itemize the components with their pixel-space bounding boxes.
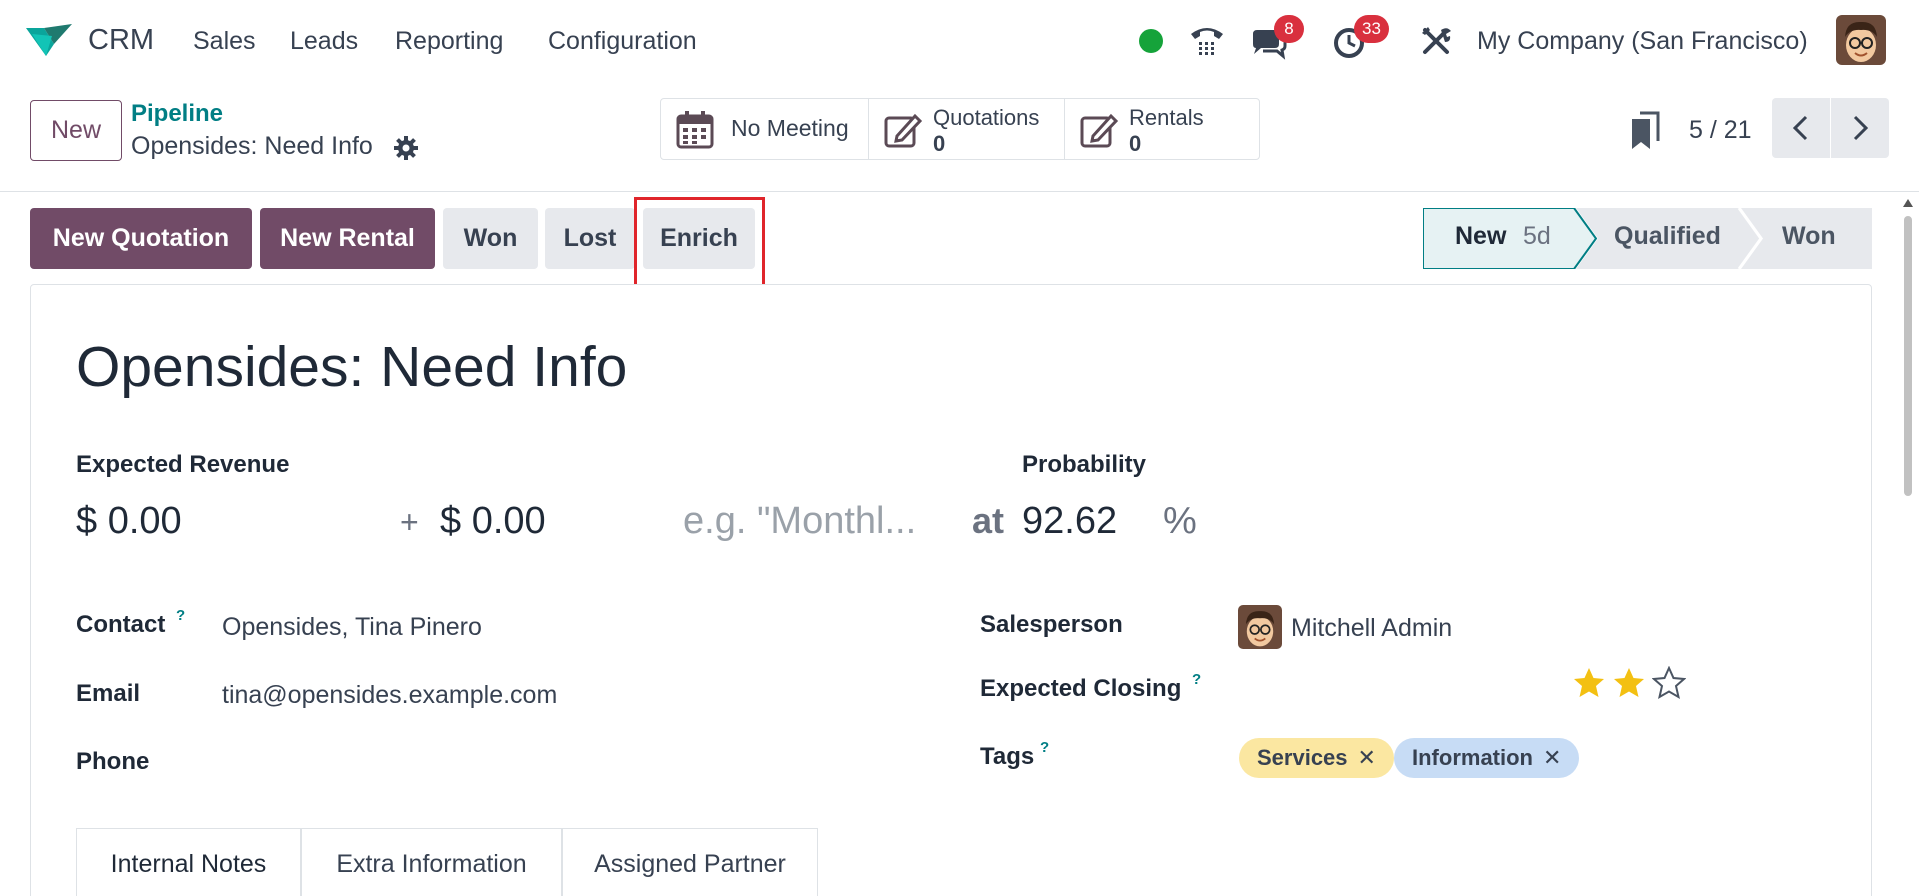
app-name[interactable]: CRM (88, 24, 154, 57)
probability-field[interactable]: 92.62 (1022, 500, 1117, 543)
page-scrollbar[interactable] (1902, 196, 1914, 496)
contact-field[interactable]: Opensides, Tina Pinero (222, 613, 482, 642)
opportunity-title[interactable]: Opensides: Need Info (76, 334, 627, 400)
activities-count-badge: 33 (1354, 15, 1389, 43)
mark-lost-button[interactable]: Lost (545, 208, 635, 269)
priority-stars[interactable] (1572, 666, 1692, 700)
menu-configuration[interactable]: Configuration (548, 27, 697, 56)
contact-help-icon[interactable]: ? (176, 607, 185, 624)
quotations-smart-button[interactable]: Quotations 0 (868, 98, 1065, 160)
quotations-count: 0 (933, 131, 946, 156)
expected-revenue-field[interactable]: $ 0.00 (76, 500, 182, 543)
enrich-highlight-box (634, 197, 765, 292)
edit-document-icon (1080, 113, 1119, 148)
recurring-plan-field[interactable]: e.g. "Monthl... (683, 500, 916, 543)
stage-duration: 5d (1523, 222, 1551, 250)
rentals-smart-button[interactable]: Rentals 0 (1064, 98, 1260, 160)
menu-reporting[interactable]: Reporting (395, 27, 503, 56)
remove-tag-icon[interactable]: ✕ (1543, 745, 1561, 770)
crm-logo-icon[interactable] (24, 22, 74, 58)
tag-services[interactable]: Services ✕ (1239, 738, 1394, 778)
gear-icon[interactable] (393, 135, 419, 161)
salesperson-avatar (1238, 605, 1282, 649)
tag-information[interactable]: Information ✕ (1394, 738, 1580, 778)
tag-services-label: Services (1257, 745, 1348, 770)
top-navbar: CRM Sales Leads Reporting Configuration … (0, 0, 1919, 82)
stage-new[interactable] (1423, 208, 1598, 269)
chevron-right-icon (1853, 115, 1869, 141)
control-panel: New Pipeline Opensides: Need Info No Mee… (0, 82, 1919, 192)
quotations-label: Quotations (933, 105, 1040, 130)
tab-internal-notes[interactable]: Internal Notes (76, 828, 301, 896)
new-record-button[interactable]: New (30, 100, 122, 161)
new-rental-button[interactable]: New Rental (260, 208, 435, 269)
tab-assigned-partner[interactable]: Assigned Partner (562, 828, 818, 896)
email-field[interactable]: tina@opensides.example.com (222, 681, 557, 710)
priority-star-icon[interactable] (1652, 666, 1686, 700)
breadcrumb-current: Opensides: Need Info (131, 132, 373, 160)
tags-help-icon[interactable]: ? (1040, 739, 1049, 756)
expected-closing-help-icon[interactable]: ? (1192, 671, 1201, 688)
percent-sign: % (1163, 500, 1197, 542)
meeting-smart-button[interactable]: No Meeting (660, 98, 869, 160)
probability-label: Probability (1022, 451, 1147, 478)
rentals-count: 0 (1129, 131, 1142, 156)
rentals-label: Rentals (1129, 105, 1204, 130)
tags-label: Tags (980, 743, 1035, 770)
messages-count-badge: 8 (1274, 15, 1304, 43)
recurring-revenue-field[interactable]: $ 0.00 (440, 500, 546, 543)
remove-tag-icon[interactable]: ✕ (1358, 745, 1376, 770)
tag-information-label: Information (1412, 745, 1533, 770)
meeting-label: No Meeting (731, 115, 849, 141)
mark-won-button[interactable]: Won (443, 208, 538, 269)
stage-won-label: Won (1782, 222, 1836, 250)
plus-sign: + (400, 504, 419, 540)
stage-qualified-label: Qualified (1614, 222, 1721, 250)
debug-tools-icon[interactable] (1417, 22, 1455, 60)
company-switcher[interactable]: My Company (San Francisco) (1477, 27, 1808, 56)
salesperson-label: Salesperson (980, 611, 1123, 638)
edit-document-icon (884, 113, 923, 148)
priority-star-icon[interactable] (1612, 666, 1646, 700)
calendar-icon (676, 111, 714, 149)
phone-label: Phone (76, 748, 150, 775)
tab-extra-information[interactable]: Extra Information (301, 828, 562, 896)
salesperson-field[interactable]: Mitchell Admin (1291, 614, 1452, 643)
at-label: at (972, 500, 1005, 541)
contact-label: Contact (76, 611, 166, 638)
priority-star-icon[interactable] (1572, 666, 1606, 700)
menu-leads[interactable]: Leads (290, 27, 358, 56)
new-quotation-button[interactable]: New Quotation (30, 208, 252, 269)
bookmark-icon[interactable] (1630, 111, 1660, 151)
expected-closing-label: Expected Closing (980, 675, 1182, 702)
breadcrumb-pipeline-link[interactable]: Pipeline (131, 100, 223, 128)
stage-pipeline: New 5d Qualified Won (1423, 208, 1872, 269)
chevron-left-icon (1792, 115, 1808, 141)
pager-value[interactable]: 5 / 21 (1689, 116, 1752, 145)
stage-new-label: New (1455, 222, 1507, 250)
pager-next-button[interactable] (1831, 98, 1889, 158)
expected-revenue-label: Expected Revenue (76, 451, 290, 478)
pager-previous-button[interactable] (1772, 98, 1830, 158)
menu-sales[interactable]: Sales (193, 27, 256, 56)
email-label: Email (76, 680, 141, 707)
user-avatar[interactable] (1836, 15, 1886, 65)
presence-status-icon[interactable] (1139, 29, 1163, 53)
phone-icon[interactable] (1188, 22, 1226, 60)
